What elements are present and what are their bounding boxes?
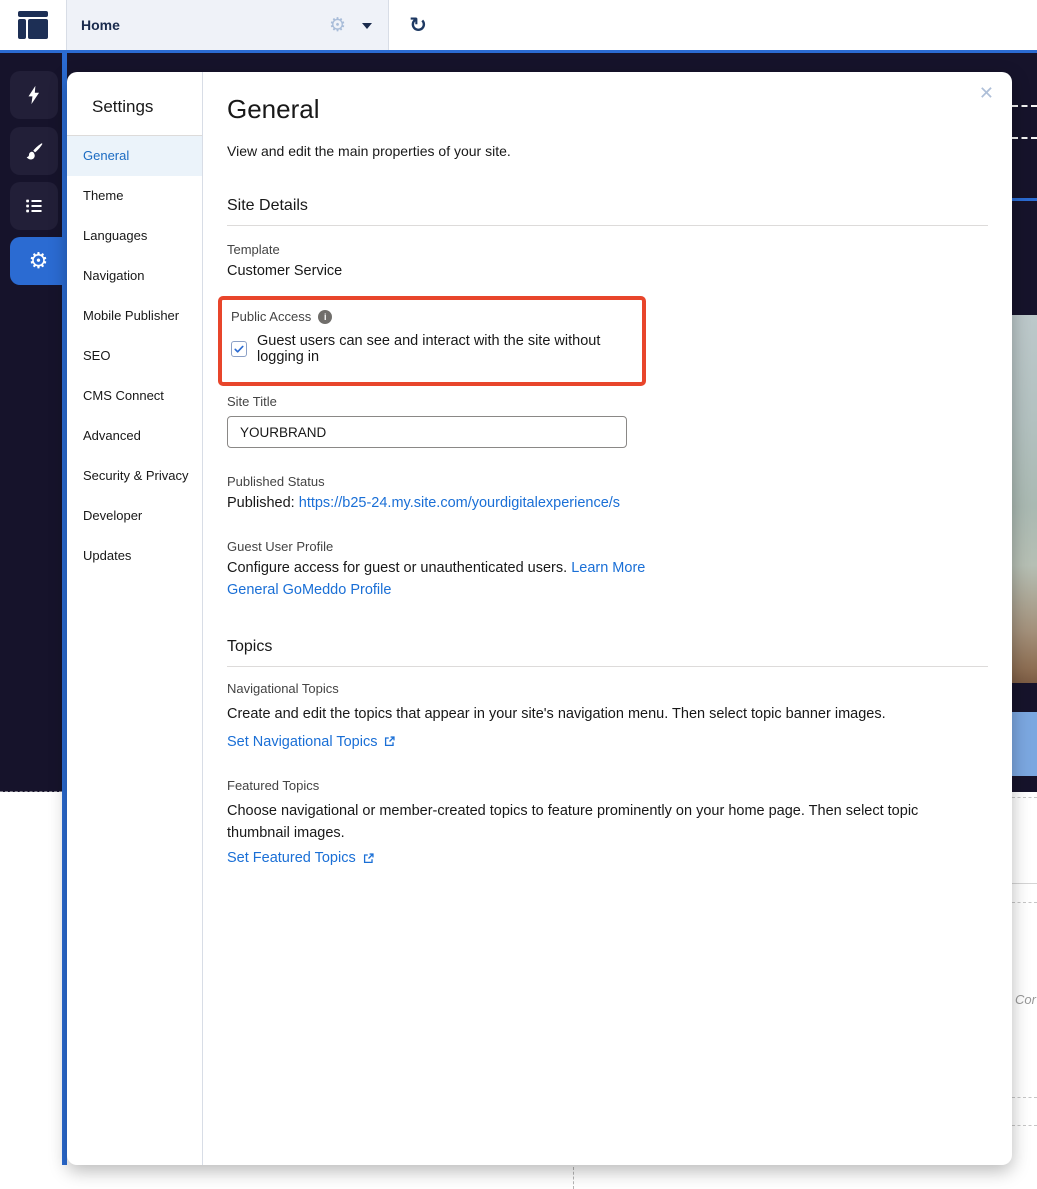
preview-accent-line	[1012, 198, 1037, 201]
paintbrush-icon	[26, 143, 43, 160]
preview-guide-line	[1012, 1097, 1037, 1098]
sidebar-item-navigation[interactable]: Navigation	[67, 256, 202, 296]
preview-guide-line	[1012, 883, 1037, 884]
settings-title: Settings	[92, 97, 154, 116]
page-selector-label: Home	[81, 17, 120, 33]
sidebar-item-theme[interactable]: Theme	[67, 176, 202, 216]
theme-button[interactable]	[10, 127, 58, 175]
sidebar-item-languages[interactable]: Languages	[67, 216, 202, 256]
page-settings-gear-icon[interactable]: ⚙	[329, 0, 346, 50]
featured-topics-label: Featured Topics	[227, 777, 320, 793]
sidebar-item-updates[interactable]: Updates	[67, 536, 202, 576]
sidebar-item-general[interactable]: General	[67, 136, 202, 176]
settings-button[interactable]: ⚙	[10, 237, 67, 285]
page-title: General	[227, 94, 320, 124]
public-access-label: Public Access	[231, 309, 312, 324]
settings-sidebar: Settings General Theme Languages Navigat…	[67, 72, 203, 1165]
external-link-icon	[383, 735, 396, 748]
components-button[interactable]	[10, 71, 58, 119]
sidebar-item-developer[interactable]: Developer	[67, 496, 202, 536]
guest-user-profile-text: Configure access for guest or unauthenti…	[227, 560, 988, 576]
external-link-icon	[362, 852, 375, 865]
published-url-link[interactable]: https://b25-24.my.site.com/yourdigitalex…	[299, 495, 620, 511]
page-subtitle: View and edit the main properties of you…	[227, 143, 511, 159]
chevron-down-icon[interactable]	[362, 23, 372, 29]
close-icon[interactable]: ✕	[979, 84, 994, 102]
sidebar-item-advanced[interactable]: Advanced	[67, 416, 202, 456]
published-prefix: Published:	[227, 495, 295, 511]
gear-icon: ⚙	[28, 248, 49, 273]
guest-profile-link[interactable]: General GoMeddo Profile	[227, 582, 391, 598]
preview-dropzone-line	[1012, 137, 1037, 139]
preview-blue-banner	[1012, 712, 1037, 776]
preview-bottom-guide-line	[573, 1167, 574, 1189]
info-icon[interactable]: i	[318, 309, 333, 324]
preview-guide-line	[1012, 902, 1037, 903]
settings-content: ✕ General View and edit the main propert…	[203, 72, 1012, 1165]
preview-truncated-text: Cor	[1015, 992, 1036, 1007]
published-status-value: Published: https://b25-24.my.site.com/yo…	[227, 495, 988, 511]
structure-button[interactable]	[10, 182, 58, 230]
template-label: Template	[227, 242, 280, 257]
site-preview-overflow: Cor	[1012, 53, 1037, 1189]
sidebar-item-seo[interactable]: SEO	[67, 336, 202, 376]
set-featured-topics-row: Set Featured Topics	[227, 850, 988, 866]
set-navigational-topics-row: Set Navigational Topics	[227, 734, 988, 750]
sidebar-item-security-privacy[interactable]: Security & Privacy	[67, 456, 202, 496]
public-access-checkbox-label: Guest users can see and interact with th…	[257, 333, 601, 365]
section-divider	[227, 666, 988, 667]
site-title-label: Site Title	[227, 394, 277, 409]
topics-heading: Topics	[227, 638, 273, 655]
preview-white-section: Cor	[1012, 792, 1037, 1189]
set-navigational-topics-link[interactable]: Set Navigational Topics	[227, 734, 377, 750]
set-featured-topics-link[interactable]: Set Featured Topics	[227, 850, 356, 866]
navigational-topics-description: Create and edit the topics that appear i…	[227, 706, 886, 722]
preview-guide-line	[1012, 797, 1037, 798]
navigational-topics-label: Navigational Topics	[227, 681, 339, 696]
featured-topics-description: Choose navigational or member-created to…	[227, 802, 919, 841]
template-value: Customer Service	[227, 263, 343, 279]
topbar-accent-line	[0, 50, 1037, 53]
site-details-heading: Site Details	[227, 197, 308, 214]
sidebar-item-cms-connect[interactable]: CMS Connect	[67, 376, 202, 416]
page-selector[interactable]: Home ⚙	[66, 0, 389, 50]
guest-profile-link-row: General GoMeddo Profile	[227, 582, 988, 598]
lightning-bolt-icon	[28, 85, 40, 105]
learn-more-link[interactable]: Learn More	[571, 560, 645, 576]
builder-topbar: Home ⚙ ↻	[0, 0, 1037, 50]
guest-user-profile-label: Guest User Profile	[227, 539, 334, 554]
section-divider	[227, 225, 988, 226]
sidebar-item-mobile-publisher[interactable]: Mobile Publisher	[67, 296, 202, 336]
public-access-highlight-box: Public Access i Guest users can see and …	[218, 296, 646, 386]
public-access-checkbox[interactable]	[231, 341, 247, 357]
checkmark-icon	[234, 345, 244, 353]
refresh-button[interactable]: ↻	[398, 0, 438, 50]
experience-builder-logo-icon	[18, 11, 48, 39]
guest-profile-description: Configure access for guest or unauthenti…	[227, 560, 568, 576]
published-status-label: Published Status	[227, 474, 325, 489]
settings-panel: Settings General Theme Languages Navigat…	[67, 72, 1012, 1165]
preview-hero-image	[1012, 315, 1037, 683]
list-icon	[26, 199, 42, 213]
site-title-input[interactable]	[227, 416, 627, 448]
preview-guide-line	[1012, 1125, 1037, 1126]
preview-dropzone-line	[1012, 105, 1037, 107]
